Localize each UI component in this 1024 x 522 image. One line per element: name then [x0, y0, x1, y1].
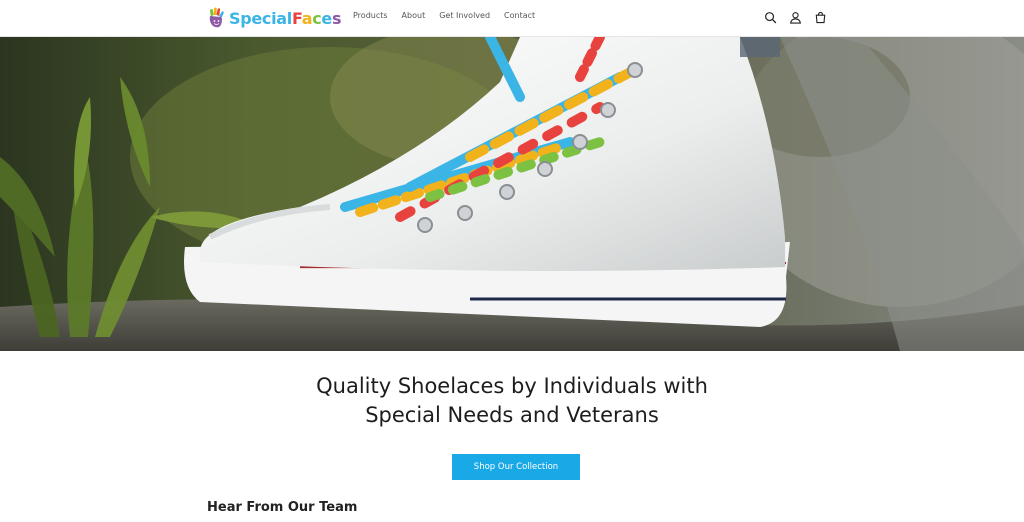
logo-text: SpecialFaces [229, 9, 341, 28]
site-logo[interactable]: SpecialFaces [207, 5, 341, 31]
hero-sneaker-illustration [0, 37, 1024, 351]
header-icons [762, 9, 829, 26]
logo-letter: a [301, 8, 313, 28]
logo-text-special: Special [229, 8, 292, 28]
section-title: Hear From Our Team [207, 500, 358, 515]
logo-letter: c [312, 8, 322, 28]
hand-logo-icon [209, 7, 224, 28]
nav-item-products[interactable]: Products [353, 11, 388, 20]
site-header: SpecialFaces Products About Get Involved… [0, 0, 1024, 37]
hero-image [0, 37, 1024, 351]
logo-letter: e [321, 8, 332, 28]
nav-item-get-involved[interactable]: Get Involved [439, 11, 490, 20]
headline-line1: Quality Shoelaces by Individuals with [316, 374, 708, 398]
search-icon[interactable] [762, 9, 779, 26]
nav-item-contact[interactable]: Contact [504, 11, 535, 20]
headline-line2: Special Needs and Veterans [365, 403, 659, 427]
nav-item-about[interactable]: About [402, 11, 426, 20]
shop-collection-button[interactable]: Shop Our Collection [452, 454, 580, 480]
account-icon[interactable] [787, 9, 804, 26]
logo-letter: F [291, 8, 302, 28]
hero-headline: Quality Shoelaces by Individuals with Sp… [0, 372, 1024, 430]
cart-icon[interactable] [812, 9, 829, 26]
main-nav: Products About Get Involved Contact [353, 11, 549, 20]
logo-letter: s [331, 8, 342, 28]
